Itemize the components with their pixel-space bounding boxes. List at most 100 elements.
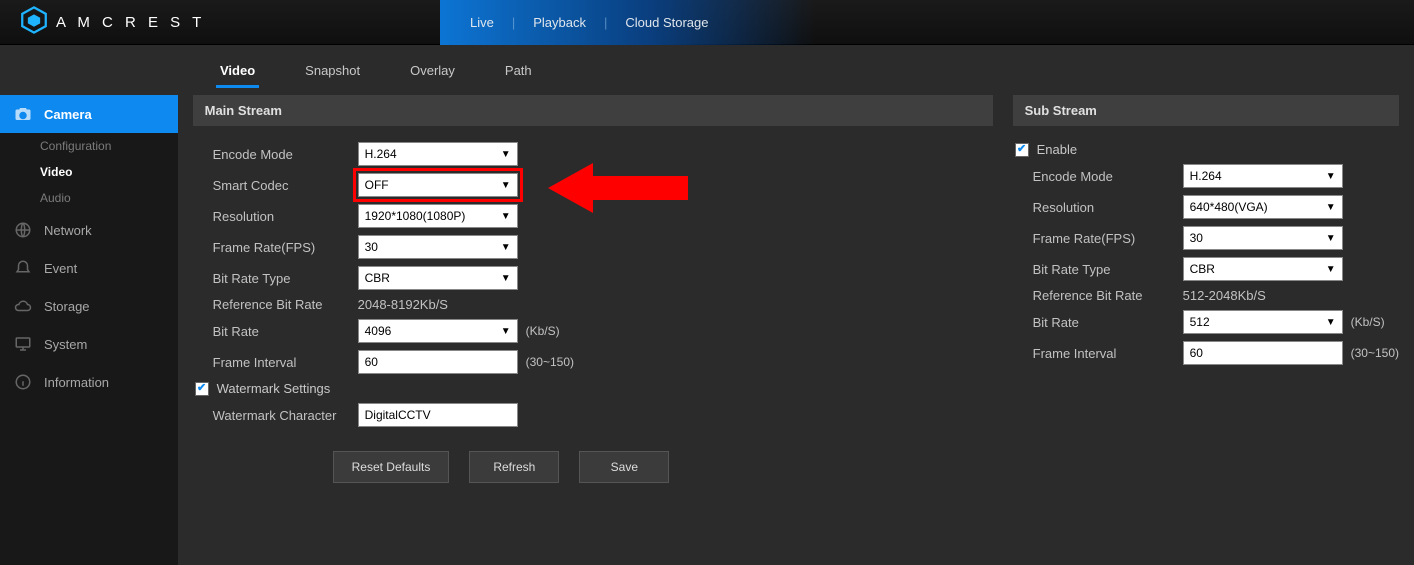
sub-fps-value: 30 <box>1190 231 1203 245</box>
monitor-icon <box>14 335 32 353</box>
sidebar-item-system[interactable]: System <box>0 325 178 363</box>
info-icon <box>14 373 32 391</box>
nav-sep: | <box>604 15 607 30</box>
main-panel: Main Stream Encode Mode H.264 ▼ Smart Co… <box>178 95 1414 565</box>
sub-resolution-value: 640*480(VGA) <box>1190 200 1268 214</box>
save-button[interactable]: Save <box>579 451 669 483</box>
watermark-char-input[interactable]: DigitalCCTV <box>358 403 518 427</box>
fps-label: Frame Rate(FPS) <box>193 240 358 255</box>
sidebar-item-label: Event <box>44 261 77 276</box>
watermark-settings-label: Watermark Settings <box>217 381 331 396</box>
sidebar-item-label: Information <box>44 375 109 390</box>
sidebar-sub-audio[interactable]: Audio <box>0 185 178 211</box>
chevron-down-icon: ▼ <box>501 273 511 284</box>
watermark-char-value: DigitalCCTV <box>365 408 431 422</box>
chevron-down-icon: ▼ <box>501 326 511 337</box>
fps-select[interactable]: 30 ▼ <box>358 235 518 259</box>
smart-codec-select[interactable]: OFF ▼ <box>358 173 518 197</box>
sub-frame-interval-range: (30~150) <box>1351 346 1399 360</box>
sidebar-sub-configuration[interactable]: Configuration <box>0 133 178 159</box>
sub-enable-label: Enable <box>1037 142 1077 157</box>
tab-overlay[interactable]: Overlay <box>410 49 455 92</box>
globe-icon <box>14 221 32 239</box>
bitrate-value: 4096 <box>365 324 392 338</box>
encode-mode-select[interactable]: H.264 ▼ <box>358 142 518 166</box>
sub-encode-mode-select[interactable]: H.264 ▼ <box>1183 164 1343 188</box>
sub-fps-select[interactable]: 30 ▼ <box>1183 226 1343 250</box>
tab-snapshot[interactable]: Snapshot <box>305 49 360 92</box>
sidebar-sub-video[interactable]: Video <box>0 159 178 185</box>
cloud-icon <box>14 297 32 315</box>
nav-live[interactable]: Live <box>470 15 494 30</box>
sub-bitrate-unit: (Kb/S) <box>1351 315 1385 329</box>
chevron-down-icon: ▼ <box>1326 317 1336 328</box>
camera-icon <box>14 105 32 123</box>
sub-bitrate-type-select[interactable]: CBR ▼ <box>1183 257 1343 281</box>
watermark-settings-checkbox[interactable] <box>195 382 209 396</box>
sub-enable-checkbox[interactable] <box>1015 143 1029 157</box>
sub-stream-column: Sub Stream Enable Encode Mode H.264 ▼ Re… <box>1013 95 1399 483</box>
sub-frame-interval-label: Frame Interval <box>1013 346 1183 361</box>
nav-sep: | <box>512 15 515 30</box>
action-buttons: Reset Defaults Refresh Save <box>333 451 993 483</box>
sidebar-item-storage[interactable]: Storage <box>0 287 178 325</box>
sidebar-item-label: System <box>44 337 87 352</box>
main-stream-column: Main Stream Encode Mode H.264 ▼ Smart Co… <box>193 95 993 483</box>
resolution-value: 1920*1080(1080P) <box>365 209 466 223</box>
frame-interval-label: Frame Interval <box>193 355 358 370</box>
sub-stream-header: Sub Stream <box>1013 95 1399 126</box>
bitrate-select[interactable]: 4096 ▼ <box>358 319 518 343</box>
chevron-down-icon: ▼ <box>1326 202 1336 213</box>
sub-bitrate-type-value: CBR <box>1190 262 1215 276</box>
frame-interval-input[interactable]: 60 <box>358 350 518 374</box>
sub-encode-mode-label: Encode Mode <box>1013 169 1183 184</box>
reset-defaults-button[interactable]: Reset Defaults <box>333 451 450 483</box>
sidebar-item-event[interactable]: Event <box>0 249 178 287</box>
sub-fps-label: Frame Rate(FPS) <box>1013 231 1183 246</box>
sub-bitrate-select[interactable]: 512 ▼ <box>1183 310 1343 334</box>
nav-cloud-storage[interactable]: Cloud Storage <box>625 15 708 30</box>
tab-path[interactable]: Path <box>505 49 532 92</box>
sub-resolution-label: Resolution <box>1013 200 1183 215</box>
sidebar-item-label: Network <box>44 223 92 238</box>
sidebar-item-camera[interactable]: Camera <box>0 95 178 133</box>
chevron-down-icon: ▼ <box>1326 233 1336 244</box>
ref-bitrate-label: Reference Bit Rate <box>193 297 358 312</box>
sub-bitrate-type-label: Bit Rate Type <box>1013 262 1183 277</box>
smart-codec-value: OFF <box>365 178 389 192</box>
chevron-down-icon: ▼ <box>1326 171 1336 182</box>
resolution-select[interactable]: 1920*1080(1080P) ▼ <box>358 204 518 228</box>
bell-icon <box>14 259 32 277</box>
app-header: A M C R E S T Live | Playback | Cloud St… <box>0 0 1414 45</box>
sub-tabs: Video Snapshot Overlay Path <box>195 45 1414 95</box>
logo-icon <box>20 6 48 38</box>
sidebar: Camera Configuration Video Audio Network… <box>0 95 178 565</box>
sidebar-item-network[interactable]: Network <box>0 211 178 249</box>
tab-video[interactable]: Video <box>220 49 255 92</box>
sub-bitrate-value: 512 <box>1190 315 1210 329</box>
chevron-down-icon: ▼ <box>501 180 511 191</box>
chevron-down-icon: ▼ <box>1326 264 1336 275</box>
sidebar-item-information[interactable]: Information <box>0 363 178 401</box>
chevron-down-icon: ▼ <box>501 149 511 160</box>
watermark-char-label: Watermark Character <box>193 408 358 423</box>
ref-bitrate-value: 2048-8192Kb/S <box>358 297 448 312</box>
frame-interval-value: 60 <box>365 355 378 369</box>
fps-value: 30 <box>365 240 378 254</box>
resolution-label: Resolution <box>193 209 358 224</box>
chevron-down-icon: ▼ <box>501 242 511 253</box>
sub-bitrate-label: Bit Rate <box>1013 315 1183 330</box>
nav-playback[interactable]: Playback <box>533 15 586 30</box>
main-stream-header: Main Stream <box>193 95 993 126</box>
bitrate-type-select[interactable]: CBR ▼ <box>358 266 518 290</box>
sidebar-item-label: Storage <box>44 299 90 314</box>
sub-ref-bitrate-value: 512-2048Kb/S <box>1183 288 1266 303</box>
bitrate-type-value: CBR <box>365 271 390 285</box>
sub-resolution-select[interactable]: 640*480(VGA) ▼ <box>1183 195 1343 219</box>
refresh-button[interactable]: Refresh <box>469 451 559 483</box>
encode-mode-label: Encode Mode <box>193 147 358 162</box>
sidebar-item-label: Camera <box>44 107 92 122</box>
sub-frame-interval-input[interactable]: 60 <box>1183 341 1343 365</box>
sub-ref-bitrate-label: Reference Bit Rate <box>1013 288 1183 303</box>
frame-interval-range: (30~150) <box>526 355 574 369</box>
